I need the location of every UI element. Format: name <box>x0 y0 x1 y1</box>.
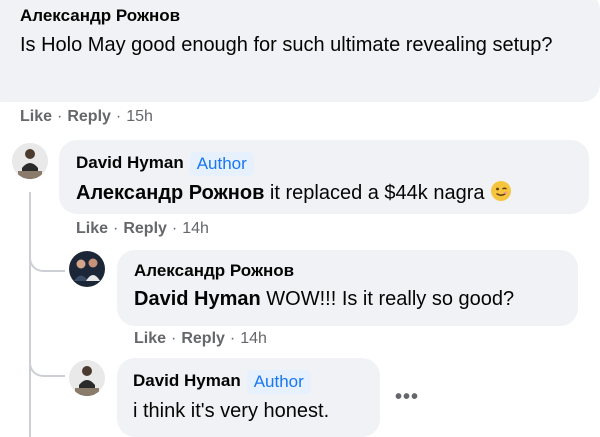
avatar[interactable] <box>69 360 105 396</box>
author-badge: Author <box>189 152 254 176</box>
like-button[interactable]: Like <box>134 330 166 347</box>
reply-button[interactable]: Reply <box>67 108 111 125</box>
author-badge: Author <box>246 370 311 394</box>
comment-text: Александр Рожнов it replaced a $44k nagr… <box>76 180 589 207</box>
thread-line <box>29 192 31 437</box>
avatar[interactable] <box>69 251 105 287</box>
reply-button[interactable]: Reply <box>123 220 167 237</box>
comment-text: David Hyman WOW!!! Is it really so good? <box>134 286 578 313</box>
comment-timestamp[interactable]: 15h <box>126 108 153 125</box>
mention-link[interactable]: Александр Рожнов <box>76 182 264 204</box>
separator-dot: · <box>229 330 236 347</box>
avatar[interactable] <box>12 143 48 179</box>
winking-face-icon <box>490 180 512 202</box>
separator-dot: · <box>171 220 178 237</box>
thread-line <box>29 345 65 377</box>
comment-bubble: Александр Рожнов Is Holo May good enough… <box>0 0 600 102</box>
like-button[interactable]: Like <box>76 220 108 237</box>
comment-timestamp[interactable]: 14h <box>182 220 209 237</box>
comment-body: WOW!!! Is it really so good? <box>260 288 515 310</box>
mention-link[interactable]: David Hyman <box>134 288 261 310</box>
comment-bubble: David Hyman Author Александр Рожнов it re… <box>59 140 589 214</box>
reply-button[interactable]: Reply <box>181 330 225 347</box>
avatar-image <box>69 251 105 287</box>
comment-body: it replaced a $44k nagra <box>264 182 485 204</box>
comment-actions: Like · Reply · 15h <box>20 108 153 126</box>
more-options-button[interactable]: ••• <box>395 386 419 409</box>
comment-timestamp[interactable]: 14h <box>240 330 267 347</box>
comment-actions: Like · Reply · 14h <box>134 330 267 348</box>
avatar-image <box>69 360 105 396</box>
separator-dot: · <box>115 108 122 125</box>
comment-bubble: David Hyman Author i think it's very hone… <box>117 358 380 437</box>
comment-author[interactable]: David Hyman <box>76 153 184 173</box>
comment-author[interactable]: Александр Рожнов <box>134 261 294 281</box>
separator-dot: · <box>57 108 63 125</box>
comment-actions: Like · Reply · 14h <box>76 220 209 238</box>
separator-dot: · <box>113 220 119 237</box>
comment-author[interactable]: David Hyman <box>133 371 241 391</box>
comment-author[interactable]: Александр Рожнов <box>20 6 180 26</box>
comment-text: i think it's very honest. <box>133 400 330 422</box>
like-button[interactable]: Like <box>20 108 52 125</box>
comment-text: Is Holo May good enough for such ultimat… <box>20 34 553 56</box>
comment-bubble: Александр Рожнов David Hyman WOW!!! Is i… <box>117 250 578 326</box>
separator-dot: · <box>171 330 177 347</box>
avatar-image <box>12 143 48 179</box>
thread-line <box>29 240 65 272</box>
